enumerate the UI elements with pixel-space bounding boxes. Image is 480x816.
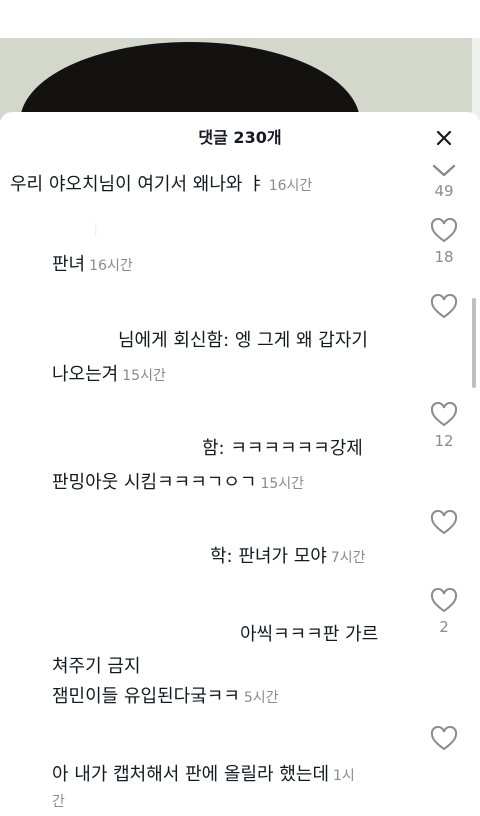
- scrollbar[interactable]: [472, 298, 476, 388]
- like-count: 49: [434, 182, 454, 200]
- comment-time: 간: [52, 794, 65, 810]
- like-button[interactable]: 49: [424, 162, 464, 200]
- comment-text: 판밍아웃 시킴ㅋㅋㅋㄱㅇㄱ 15시간: [52, 472, 305, 493]
- redaction-mark: [0, 308, 110, 352]
- redaction-mark: [0, 604, 234, 644]
- redaction-mark: [0, 540, 204, 570]
- comment-text: 판녀 16시간: [52, 254, 133, 275]
- close-icon: [436, 130, 452, 146]
- heart-icon: [430, 509, 458, 535]
- like-count: 2: [439, 618, 449, 636]
- heart-icon: [430, 401, 458, 427]
- like-button[interactable]: 2: [424, 587, 464, 636]
- comment-time: 15시간: [122, 368, 166, 384]
- comment-text: 학: 판녀가 모야 7시간: [210, 546, 366, 567]
- redaction-mark: [0, 644, 44, 684]
- comment-count-title: 댓글 230개: [198, 128, 282, 147]
- like-button[interactable]: 12: [424, 401, 464, 450]
- comment-time: 16시간: [89, 258, 133, 274]
- redaction-mark: [0, 212, 95, 248]
- like-button[interactable]: [424, 293, 464, 324]
- comment-text: 우리 야오치님이 여기서 왜나와 ㅑ 16시간: [10, 174, 313, 195]
- comment-text: 쳐주기 금지: [52, 656, 141, 677]
- comment-time: 15시간: [260, 476, 305, 492]
- like-count: 18: [434, 248, 454, 266]
- redaction-mark: [0, 458, 44, 500]
- redaction-mark: [0, 730, 200, 756]
- comment-text: 님에게 회신함: 엥 그게 왜 갑자기: [118, 330, 368, 351]
- chevron-down-icon: [432, 164, 456, 177]
- like-button[interactable]: [424, 509, 464, 540]
- comment-time: 7시간: [330, 550, 366, 566]
- heart-icon: [430, 293, 458, 319]
- redaction-mark: [0, 512, 330, 540]
- heart-icon: [430, 217, 458, 243]
- redaction-mark: [0, 412, 196, 458]
- heart-icon: [430, 725, 458, 751]
- comment-text: 아씩ㅋㅋㅋ판 가르: [240, 624, 379, 645]
- redaction-mark: [0, 252, 44, 278]
- video-background: [0, 0, 480, 120]
- like-button[interactable]: [424, 725, 464, 756]
- comment-text: 아 내가 캡처해서 판에 올릴라 했는데 1시: [52, 764, 355, 785]
- comment-text: 나오는겨 15시간: [52, 364, 166, 385]
- comment-text: 잼민이들 유입된다궄ㅋㅋ 5시간: [52, 686, 279, 707]
- comment-time: 16시간: [268, 178, 313, 194]
- wall-edge: [472, 38, 480, 120]
- close-button[interactable]: [430, 124, 458, 152]
- redaction-mark: [0, 760, 44, 816]
- comments-sheet: 댓글 230개 우리 야오치님이 여기서 왜나와 ㅑ16시간 49 ㅓ 판녀16…: [0, 112, 480, 816]
- like-button[interactable]: 18: [424, 217, 464, 266]
- comments-header: 댓글 230개: [0, 112, 480, 160]
- heart-icon: [430, 587, 458, 613]
- comment-time: 5시간: [243, 690, 279, 706]
- comment-text: 함: ㅋㅋㅋㅋㅋㅋ강제: [202, 438, 363, 459]
- comment-time: 1시: [333, 768, 355, 784]
- like-count: 12: [434, 432, 454, 450]
